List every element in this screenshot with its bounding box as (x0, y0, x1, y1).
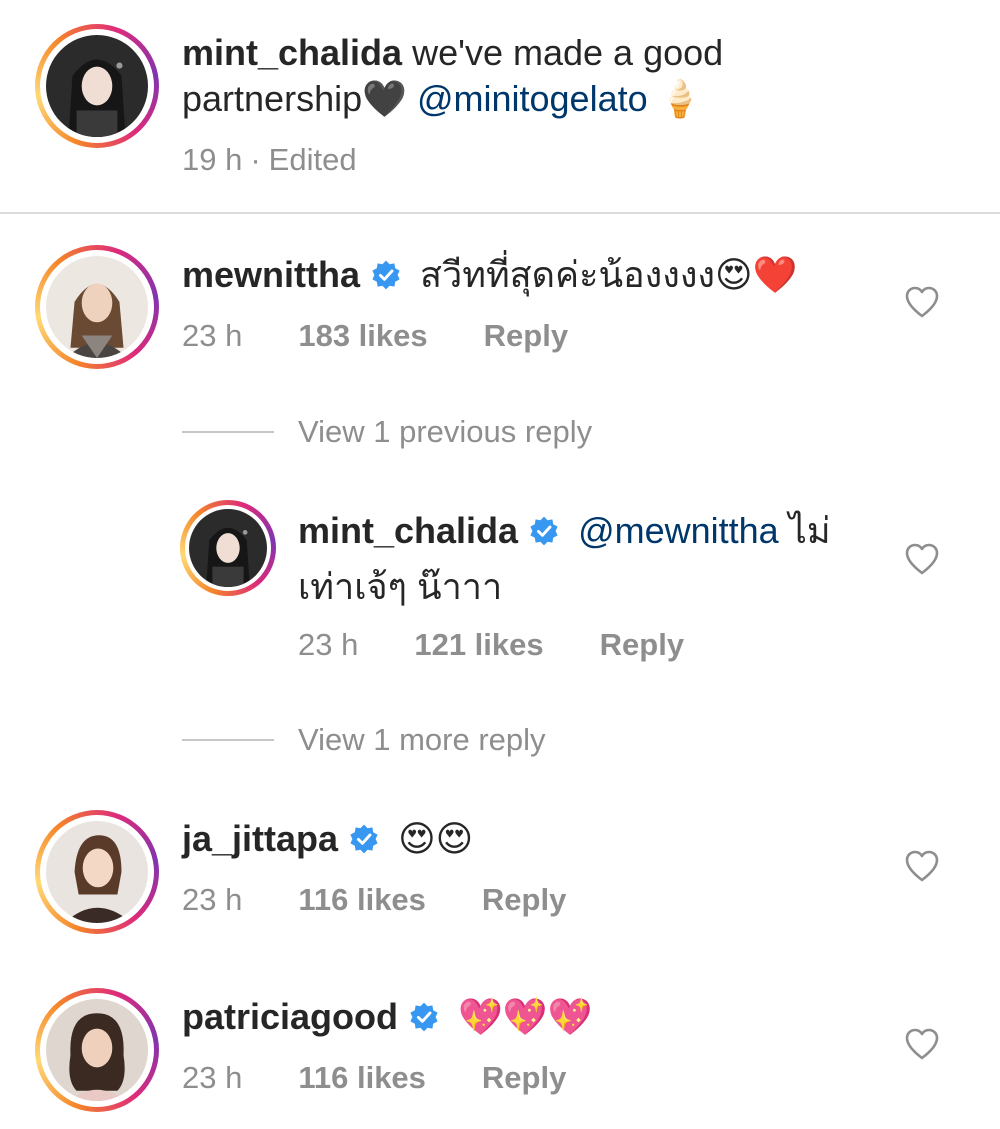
reply-button[interactable]: Reply (482, 882, 566, 918)
verified-badge-icon (528, 515, 560, 547)
caption-username[interactable]: mint_chalida (182, 32, 402, 73)
reply-mention[interactable]: @mewnittha (578, 510, 779, 551)
reply-line-2: เท่าเจ้ๆ น๊าาา (298, 564, 502, 610)
thread-line (182, 431, 274, 433)
reply-text-2: เท่าเจ้ๆ น๊าาา (298, 566, 503, 607)
avatar-ja-jittapa (46, 821, 148, 923)
caption-separator: · (250, 142, 261, 177)
comment-line-ja-jittapa: ja_jittapa 😍😍 (182, 816, 473, 863)
caption-mention[interactable]: @minitogelato (417, 78, 648, 119)
comment-emojis: 💖💖💖 (458, 997, 593, 1038)
comment-likes[interactable]: 116 likes (298, 882, 426, 918)
avatar-mewnittha (46, 256, 148, 358)
caption-line-1: mint_chalida we've made a good (182, 30, 723, 76)
comment-line-patriciagood: patriciagood 💖💖💖 (182, 994, 593, 1041)
comment-username[interactable]: ja_jittapa (182, 818, 338, 859)
comment-line-mewnittha: mewnittha สวีทที่สุดค่ะน้องงงง😍❤️ (182, 252, 797, 299)
avatar-mint-chalida (46, 35, 148, 137)
view-more-replies[interactable]: View 1 more reply (182, 722, 546, 758)
comment-meta-patriciagood: 23 h 116 likes Reply (182, 1060, 566, 1096)
comment-avatar-mewnittha[interactable] (35, 245, 159, 369)
reply-button[interactable]: Reply (484, 318, 568, 354)
comment-text: สวีทที่สุดค่ะน้องงงง (420, 254, 715, 295)
reply-time: 23 h (298, 627, 359, 662)
view-more-label[interactable]: View 1 more reply (298, 722, 546, 758)
heart-icon[interactable] (904, 848, 940, 884)
heart-icon[interactable] (904, 284, 940, 320)
comment-meta-mewnittha: 23 h 183 likes Reply (182, 318, 568, 354)
verified-badge-icon (370, 259, 402, 291)
caption-edited: Edited (268, 142, 357, 177)
comment-username[interactable]: mewnittha (182, 254, 360, 295)
thread-line (182, 739, 274, 741)
caption-avatar[interactable] (35, 24, 159, 148)
reply-button[interactable]: Reply (482, 1060, 566, 1096)
reply-text: ไม่ (788, 510, 831, 551)
caption-meta: 19 h · Edited (182, 142, 357, 178)
comment-avatar-patriciagood[interactable] (35, 988, 159, 1112)
caption-divider (0, 212, 1000, 214)
reply-meta: 23 h 121 likes Reply (298, 627, 684, 663)
comment-emojis: 😍😍 (398, 819, 474, 860)
verified-badge-icon (348, 823, 380, 855)
comment-time: 23 h (182, 1060, 243, 1095)
view-previous-replies[interactable]: View 1 previous reply (182, 414, 592, 450)
reply-line-1: mint_chalida @mewnittha ไม่ (298, 508, 831, 554)
comment-time: 23 h (182, 882, 243, 917)
reply-button[interactable]: Reply (600, 627, 684, 663)
heart-icon[interactable] (904, 541, 940, 577)
view-previous-label[interactable]: View 1 previous reply (298, 414, 592, 450)
ice-cream-emoji: 🍦 (657, 79, 703, 120)
caption-line-2: partnership🖤 @minitogelato 🍦 (182, 76, 702, 123)
comment-emojis: 😍❤️ (715, 255, 798, 296)
reply-avatar-mint-chalida[interactable] (180, 500, 276, 596)
reply-likes[interactable]: 121 likes (414, 627, 543, 663)
heart-icon[interactable] (904, 1026, 940, 1062)
comment-likes[interactable]: 116 likes (298, 1060, 426, 1096)
caption-text: we've made a good (412, 32, 724, 73)
avatar-patriciagood (46, 999, 148, 1101)
avatar-mint-chalida (189, 509, 267, 587)
black-heart-emoji: 🖤 (362, 79, 407, 120)
caption-time: 19 h (182, 142, 243, 177)
comment-likes[interactable]: 183 likes (298, 318, 427, 354)
comment-meta-ja-jittapa: 23 h 116 likes Reply (182, 882, 566, 918)
comment-username[interactable]: patriciagood (182, 996, 398, 1037)
comment-time: 23 h (182, 318, 243, 353)
reply-username[interactable]: mint_chalida (298, 510, 518, 551)
verified-badge-icon (408, 1001, 440, 1033)
caption-text-2: partnership (182, 78, 363, 119)
comment-avatar-ja-jittapa[interactable] (35, 810, 159, 934)
